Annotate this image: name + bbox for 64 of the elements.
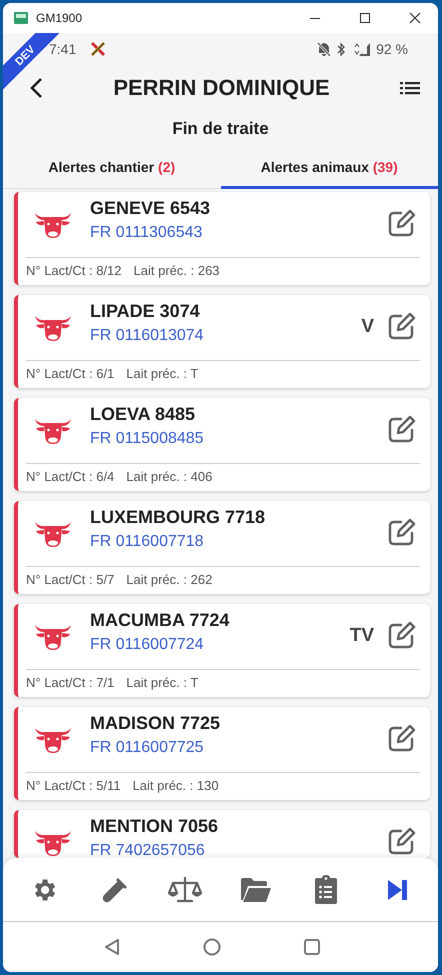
animal-id: FR 0111306543	[90, 224, 204, 242]
animal-card[interactable]: LIPADE 3074 FR 0116013074 V N° Lact/Ct : 6/1 Lait préc. : T	[14, 295, 430, 388]
lactation-info: N° Lact/Ct : 6/4	[26, 469, 114, 484]
list-icon[interactable]	[400, 80, 420, 94]
animal-id: FR 0116013074	[90, 326, 205, 344]
edit-icon[interactable]	[388, 208, 416, 236]
page-subtitle: Fin de traite	[172, 119, 269, 139]
back-icon[interactable]	[29, 76, 43, 98]
animal-id: FR 7402657056	[90, 842, 206, 858]
edit-icon[interactable]	[388, 724, 416, 752]
animal-card[interactable]: MADISON 7725 FR 0116007725 N° Lact/Ct : 5/11 Lait préc. : 130	[14, 707, 430, 800]
animal-name: LUXEMBOURG 7718	[90, 506, 266, 528]
animal-id: FR 0115008485	[90, 430, 205, 448]
edit-icon[interactable]	[388, 518, 416, 546]
alert-code-label: V	[361, 316, 374, 338]
animal-id: FR 0116007718	[90, 532, 205, 550]
bluetooth-icon	[336, 42, 346, 56]
animal-name: LIPADE 3074	[90, 300, 201, 322]
previous-milk: Lait préc. : 130	[132, 778, 219, 793]
animal-card[interactable]: LOEVA 8485 FR 0115008485 N° Lact/Ct : 6/4 Lait préc. : 406	[14, 398, 430, 491]
lactation-info: N° Lact/Ct : 7/1	[26, 675, 114, 690]
tab[interactable]: Alertes animaux (39)	[220, 148, 438, 189]
edit-icon[interactable]	[388, 312, 416, 340]
close-icon[interactable]	[409, 12, 421, 24]
battery-level: 92 %	[376, 41, 408, 57]
clipboard-icon[interactable]	[314, 874, 338, 904]
previous-milk: Lait préc. : T	[126, 366, 198, 381]
animal-name: MADISON 7725	[90, 712, 222, 734]
edit-icon[interactable]	[388, 620, 416, 648]
lactation-info: N° Lact/Ct : 5/7	[26, 572, 114, 587]
alert-code-label: TV	[350, 624, 374, 646]
previous-milk: Lait préc. : 263	[134, 263, 220, 278]
animal-card[interactable]: LUXEMBOURG 7718 FR 0116007718 N° Lact/Ct : 5/7 Lait préc. : 262	[14, 501, 430, 594]
tab[interactable]: Alertes chantier (2)	[3, 148, 220, 189]
edit-icon[interactable]	[388, 414, 416, 442]
mute-bell-icon	[317, 42, 332, 56]
skip-next-icon[interactable]	[386, 878, 408, 902]
recents-icon[interactable]	[302, 938, 320, 956]
animal-card[interactable]: MENTION 7056 FR 7402657056	[14, 810, 430, 858]
folder-icon[interactable]	[240, 876, 272, 902]
scale-icon[interactable]	[168, 876, 202, 904]
previous-milk: Lait préc. : T	[126, 675, 198, 690]
clock-time: 7:41	[49, 41, 76, 57]
animal-name: MACUMBA 7724	[90, 610, 230, 630]
edit-icon[interactable]	[388, 826, 416, 854]
animal-name: GENEVE 6543	[90, 198, 212, 218]
test-tube-icon[interactable]	[100, 876, 129, 904]
window-title: GM1900	[36, 11, 82, 25]
lactation-info: N° Lact/Ct : 5/11	[26, 778, 121, 793]
previous-milk: Lait préc. : 406	[126, 469, 212, 484]
page-title: PERRIN DOMINIQUE	[113, 74, 330, 100]
animal-card[interactable]: MACUMBA 7724 FR 0116007724 TV N° Lact/Ct : 7/1 Lait préc. : T	[14, 604, 430, 697]
maximize-icon[interactable]	[359, 12, 371, 24]
animal-card[interactable]: GENEVE 6543 FR 0111306543 N° Lact/Ct : 8/12 Lait préc. : 263	[14, 192, 430, 285]
previous-milk: Lait préc. : 262	[126, 572, 212, 587]
app-icon	[14, 12, 28, 24]
animal-id: FR 0116007724	[90, 636, 205, 654]
animal-id: FR 0116007725	[90, 738, 205, 756]
animal-name: LOEVA 8485	[90, 404, 196, 424]
home-icon[interactable]	[202, 938, 220, 956]
lactation-info: N° Lact/Ct : 8/12	[26, 263, 122, 278]
tools-icon	[90, 41, 106, 57]
animal-name: MENTION 7056	[90, 816, 220, 836]
lactation-info: N° Lact/Ct : 6/1	[26, 366, 114, 381]
